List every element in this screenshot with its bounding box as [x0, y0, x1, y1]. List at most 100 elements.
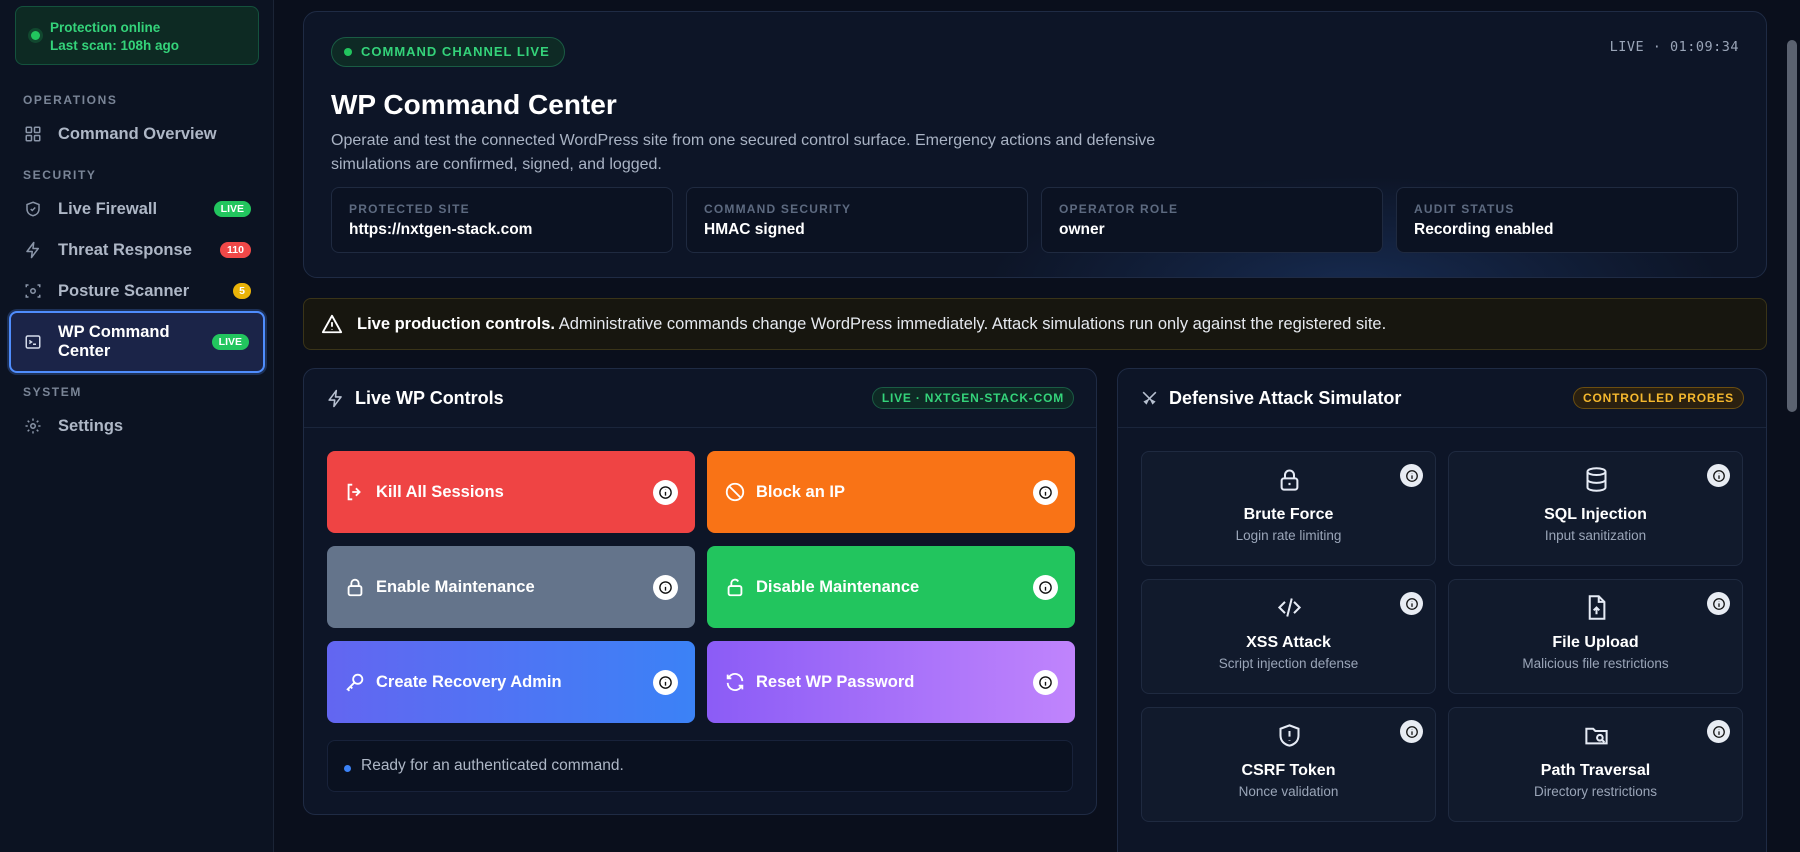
stat-value: https://nxtgen-stack.com: [349, 221, 533, 238]
sim-card-title: Brute Force: [1243, 506, 1334, 523]
sim-card-subtitle: Script injection defense: [1218, 656, 1359, 671]
nav-section-security: SECURITY: [23, 168, 97, 182]
protection-status-card: Protection online Last scan: 108h ago: [15, 6, 259, 65]
sidebar-item-posture-scanner[interactable]: Posture Scanner 5: [9, 272, 265, 310]
sim-card-title: XSS Attack: [1246, 634, 1331, 651]
bolt-icon: [328, 389, 342, 407]
reset-wp-password-button[interactable]: Reset WP Password: [707, 641, 1075, 723]
info-icon[interactable]: [1033, 669, 1058, 695]
sim-card-title: SQL Injection: [1544, 506, 1647, 523]
sidebar-item-settings[interactable]: Settings: [9, 407, 265, 445]
stat-protected-site: PROTECTED SITE https://nxtgen-stack.com: [331, 187, 673, 253]
shield-icon: [26, 201, 40, 217]
command-channel-status: COMMAND CHANNEL LIVE: [331, 37, 565, 67]
production-warning-banner: Live production controls. Administrative…: [303, 298, 1767, 350]
folder-search-icon: [1585, 727, 1608, 745]
live-badge: LIVE: [213, 201, 251, 217]
lock-icon: [1280, 469, 1299, 491]
sidebar-item-label: Command Overview: [58, 124, 217, 143]
page-description: Operate and test the connected WordPress…: [331, 132, 1156, 173]
sim-card-file-upload[interactable]: File Upload Malicious file restrictions: [1448, 579, 1743, 694]
info-icon[interactable]: [653, 669, 678, 695]
sidebar-item-label: Live Firewall: [58, 199, 158, 218]
panel-title: Defensive Attack Simulator: [1169, 387, 1402, 408]
stat-operator-role: OPERATOR ROLE owner: [1041, 187, 1383, 253]
stat-value: owner: [1059, 221, 1105, 238]
button-label: Disable Maintenance: [756, 577, 920, 596]
scrollbar-thumb[interactable]: [1787, 40, 1797, 412]
stat-command-security: COMMAND SECURITY HMAC signed: [686, 187, 1028, 253]
panel-header: Defensive Attack Simulator CONTROLLED PR…: [1118, 369, 1766, 428]
info-icon[interactable]: [1707, 720, 1730, 743]
sim-card-title: File Upload: [1552, 634, 1639, 651]
info-icon[interactable]: [1707, 592, 1730, 615]
sim-card-csrf-token[interactable]: CSRF Token Nonce validation: [1141, 707, 1436, 822]
sidebar-item-threat-response[interactable]: Threat Response 110: [9, 231, 265, 269]
file-upload-icon: [1588, 595, 1606, 620]
attack-simulator-panel: Defensive Attack Simulator CONTROLLED PR…: [1117, 368, 1767, 852]
sim-card-title: Path Traversal: [1540, 762, 1651, 779]
scan-icon: [25, 284, 41, 298]
status-dot: [344, 765, 351, 772]
sim-card-path-traversal[interactable]: Path Traversal Directory restrictions: [1448, 707, 1743, 822]
stat-value: HMAC signed: [704, 221, 805, 238]
sim-card-subtitle: Directory restrictions: [1533, 784, 1658, 799]
kill-all-sessions-button[interactable]: Kill All Sessions: [327, 451, 695, 533]
bolt-icon: [26, 241, 39, 259]
sidebar: Protection online Last scan: 108h ago OP…: [0, 0, 274, 852]
block-icon: [725, 482, 745, 502]
shield-alert-icon: [1279, 724, 1300, 747]
live-wp-controls-panel: Live WP Controls LIVE · NXTGEN-STACK-COM…: [303, 368, 1097, 815]
logout-icon: [347, 483, 361, 501]
command-status-text: Ready for an authenticated command.: [361, 757, 624, 774]
sidebar-item-command-overview[interactable]: Command Overview: [9, 115, 265, 153]
panel-header: Live WP Controls LIVE · NXTGEN-STACK-COM: [304, 369, 1096, 428]
controlled-probes-tag: CONTROLLED PROBES: [1573, 387, 1744, 409]
site-tag: LIVE · NXTGEN-STACK-COM: [871, 387, 1074, 409]
info-icon[interactable]: [1400, 592, 1423, 615]
info-icon[interactable]: [1707, 464, 1730, 487]
sim-card-subtitle: Nonce validation: [1238, 784, 1339, 799]
warning-icon: [321, 314, 343, 334]
code-icon: [1277, 598, 1302, 617]
sim-card-xss-attack[interactable]: XSS Attack Script injection defense: [1141, 579, 1436, 694]
button-label: Create Recovery Admin: [376, 672, 562, 691]
scrollbar[interactable]: [1784, 0, 1800, 852]
terminal-icon: [25, 335, 41, 349]
sidebar-item-label: Settings: [58, 416, 124, 435]
live-badge: LIVE: [211, 334, 249, 350]
sidebar-item-label: WP Command Center: [58, 323, 170, 360]
sim-card-sql-injection[interactable]: SQL Injection Input sanitization: [1448, 451, 1743, 566]
sidebar-item-label: Threat Response: [58, 240, 192, 259]
unlock-icon: [727, 578, 743, 597]
info-icon[interactable]: [1033, 574, 1058, 600]
grid-icon: [25, 126, 41, 142]
info-icon[interactable]: [653, 574, 678, 600]
sidebar-item-wp-command-center[interactable]: WP Command Center LIVE: [9, 311, 265, 373]
protection-status: Protection online: [50, 20, 161, 35]
hero-panel: COMMAND CHANNEL LIVE LIVE · 01:09:34 WP …: [303, 11, 1767, 278]
stat-audit-status: AUDIT STATUS Recording enabled: [1396, 187, 1738, 253]
stat-label: PROTECTED SITE: [349, 202, 470, 216]
stat-value: Recording enabled: [1414, 221, 1554, 238]
sidebar-item-label: Posture Scanner: [58, 281, 190, 300]
swords-icon: [1142, 391, 1157, 405]
count-badge: 5: [233, 283, 251, 299]
stat-label: OPERATOR ROLE: [1059, 202, 1179, 216]
info-icon[interactable]: [1033, 479, 1058, 505]
nav-section-system: SYSTEM: [23, 385, 82, 399]
sim-card-brute-force[interactable]: Brute Force Login rate limiting: [1141, 451, 1436, 566]
enable-maintenance-button[interactable]: Enable Maintenance: [327, 546, 695, 628]
info-icon[interactable]: [1400, 720, 1423, 743]
sidebar-item-live-firewall[interactable]: Live Firewall LIVE: [9, 190, 265, 228]
sim-card-subtitle: Malicious file restrictions: [1522, 656, 1669, 671]
create-recovery-admin-button[interactable]: Create Recovery Admin: [327, 641, 695, 723]
warning-detail: Administrative commands change WordPress…: [555, 314, 1387, 333]
info-icon[interactable]: [1400, 464, 1423, 487]
gear-icon: [25, 418, 41, 434]
button-label: Block an IP: [756, 482, 845, 501]
block-ip-button[interactable]: Block an IP: [707, 451, 1075, 533]
info-icon[interactable]: [653, 479, 678, 505]
database-icon: [1586, 467, 1607, 492]
disable-maintenance-button[interactable]: Disable Maintenance: [707, 546, 1075, 628]
